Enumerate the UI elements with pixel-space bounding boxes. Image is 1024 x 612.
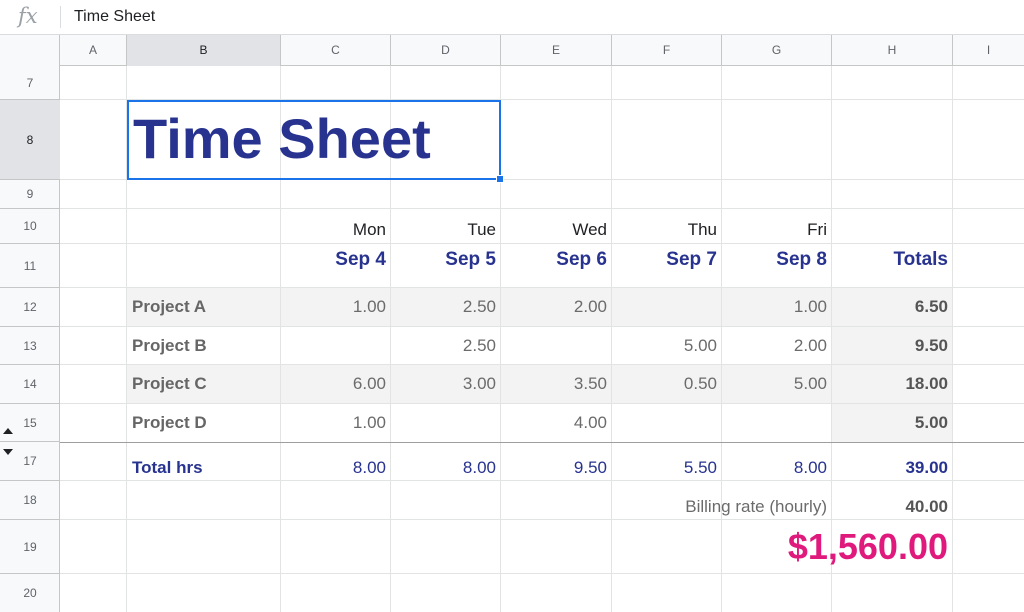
hours-cell: 2.00: [793, 336, 827, 355]
sheet-title: Time Sheet: [133, 107, 431, 170]
hours-cell: 2.50: [462, 336, 496, 355]
expand-up-icon[interactable]: [3, 428, 13, 434]
fx-icon: fx: [18, 4, 38, 28]
date-label: Sep 7: [666, 249, 717, 270]
column-header-i[interactable]: I: [953, 35, 1024, 66]
column-header-h[interactable]: H: [832, 35, 953, 66]
row-header-column: 7 8 9 10 11 12 13 14 15 17 18 19 20: [0, 66, 60, 612]
totals-header: Totals: [893, 249, 948, 270]
billing-rate-label: Billing rate (hourly): [685, 497, 827, 516]
day-label: Fri: [807, 220, 827, 239]
project-total: 5.00: [914, 413, 948, 432]
day-label: Tue: [467, 220, 496, 239]
date-label: Sep 5: [445, 249, 496, 270]
daily-total: 8.00: [352, 458, 386, 477]
project-name: Project C: [132, 374, 207, 393]
hours-cell: 0.50: [683, 374, 717, 393]
row-header-15[interactable]: 15: [0, 404, 60, 442]
fill-handle[interactable]: [496, 175, 504, 183]
frozen-rows-divider[interactable]: [60, 442, 1024, 443]
hours-cell: 2.00: [573, 297, 607, 316]
formula-divider: [60, 6, 61, 28]
row-header-12[interactable]: 12: [0, 288, 60, 327]
hours-cell: 3.50: [573, 374, 607, 393]
hours-cell: 3.00: [462, 374, 496, 393]
project-total: 9.50: [914, 336, 948, 355]
column-header-d[interactable]: D: [391, 35, 501, 66]
hours-cell: 5.00: [793, 374, 827, 393]
project-total: 18.00: [905, 374, 948, 393]
row-header-14[interactable]: 14: [0, 365, 60, 404]
column-header-a[interactable]: A: [60, 35, 127, 66]
hours-cell: 5.00: [683, 336, 717, 355]
daily-total: 9.50: [573, 458, 607, 477]
formula-input[interactable]: Time Sheet: [74, 6, 155, 28]
project-name: Project D: [132, 413, 207, 432]
row-header-11[interactable]: 11: [0, 244, 60, 288]
row-header-8[interactable]: 8: [0, 100, 60, 180]
row-header-13[interactable]: 13: [0, 327, 60, 365]
column-header-g[interactable]: G: [722, 35, 832, 66]
total-amount: $1,560.00: [787, 526, 948, 567]
date-label: Sep 6: [556, 249, 607, 270]
date-label: Sep 8: [776, 249, 827, 270]
row-header-17[interactable]: 17: [0, 442, 60, 481]
row-header-10[interactable]: 10: [0, 209, 60, 244]
total-hrs-label: Total hrs: [132, 458, 203, 477]
day-label: Wed: [572, 220, 607, 239]
project-total: 6.50: [914, 297, 948, 316]
column-header-c[interactable]: C: [281, 35, 391, 66]
column-header-f[interactable]: F: [612, 35, 722, 66]
day-label: Thu: [687, 220, 717, 239]
row-header-9[interactable]: 9: [0, 180, 60, 209]
project-name: Project B: [132, 336, 207, 355]
row-header-7[interactable]: 7: [0, 66, 60, 100]
billing-rate-value: 40.00: [905, 497, 948, 516]
expand-down-icon[interactable]: [3, 449, 13, 455]
row-header-18[interactable]: 18: [0, 481, 60, 520]
formula-bar: fx Time Sheet: [0, 0, 1024, 35]
hours-cell: 6.00: [352, 374, 386, 393]
select-all-corner[interactable]: [0, 35, 60, 66]
date-label: Sep 4: [335, 249, 386, 270]
column-header-b[interactable]: B: [127, 35, 281, 66]
daily-total: 8.00: [793, 458, 827, 477]
daily-total: 8.00: [462, 458, 496, 477]
column-header-bar: A B C D E F G H I: [0, 35, 1024, 66]
hours-cell: 1.00: [793, 297, 827, 316]
hours-cell: 1.00: [352, 297, 386, 316]
row-header-20[interactable]: 20: [0, 574, 60, 612]
day-label: Mon: [352, 220, 386, 239]
hours-cell: 1.00: [352, 413, 386, 432]
column-header-e[interactable]: E: [501, 35, 612, 66]
row-header-19[interactable]: 19: [0, 520, 60, 574]
hours-cell: 2.50: [462, 297, 496, 316]
hours-cell: 4.00: [573, 413, 607, 432]
grand-total-hours: 39.00: [905, 458, 948, 477]
daily-total: 5.50: [683, 458, 717, 477]
project-name: Project A: [132, 297, 207, 316]
